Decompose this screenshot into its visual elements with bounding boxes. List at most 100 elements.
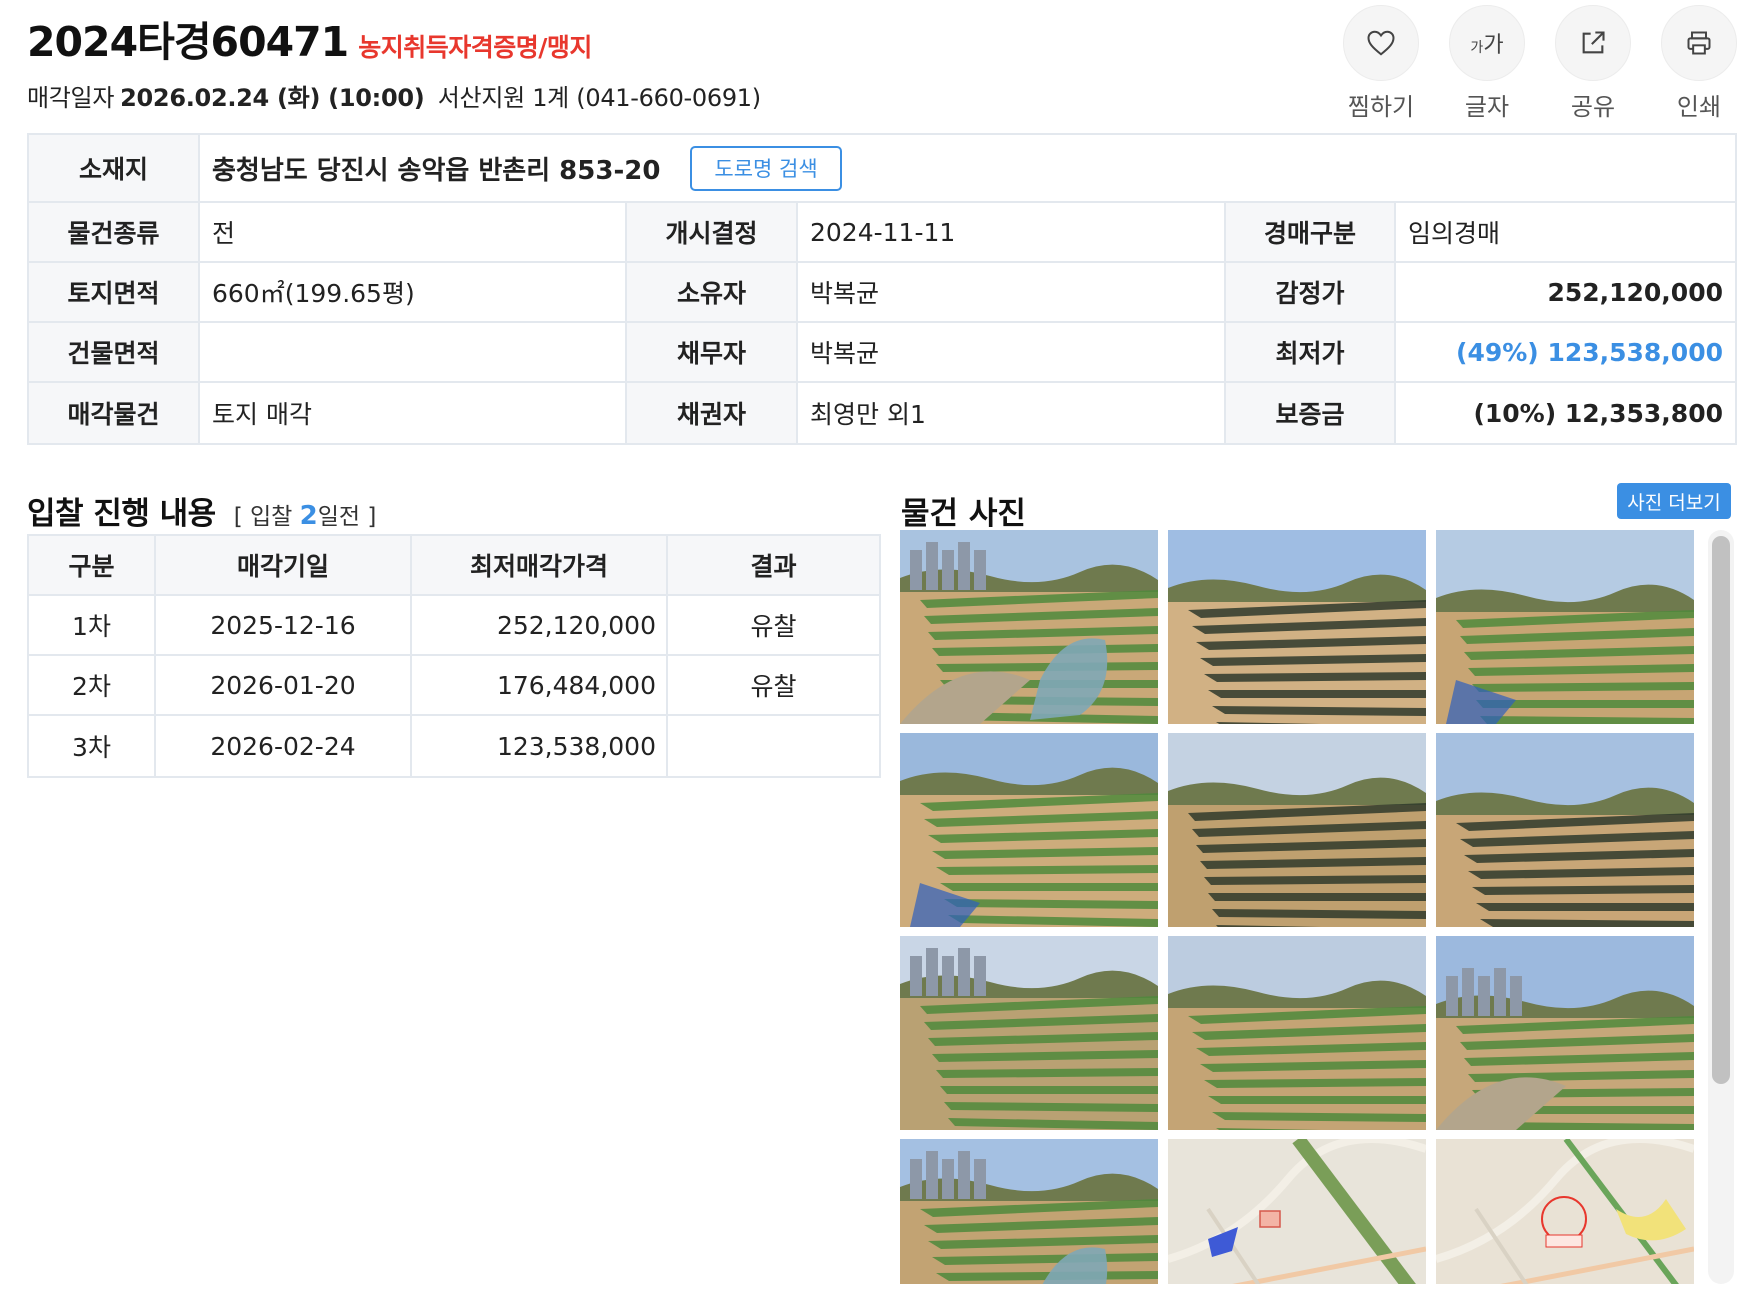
info-value: 박복균 — [798, 323, 1226, 381]
photo-thumbnail[interactable] — [1436, 733, 1694, 927]
info-value — [200, 323, 627, 381]
column-header: 최저매각가격 — [412, 536, 668, 594]
info-label: 감정가 — [1226, 263, 1396, 321]
photo-gallery — [900, 530, 1736, 1284]
photo-thumbnail[interactable] — [900, 936, 1158, 1130]
table-row: 1차 2025-12-16 252,120,000 유찰 — [29, 596, 879, 656]
info-label: 채무자 — [627, 323, 798, 381]
info-value: 2024-11-11 — [798, 203, 1226, 261]
info-row: 건물면적 채무자 박복균 최저가 (49%) 123,538,000 — [29, 323, 1735, 383]
map-thumbnail[interactable] — [1436, 1139, 1694, 1284]
info-label: 최저가 — [1226, 323, 1396, 381]
photo-thumbnail[interactable] — [1168, 936, 1426, 1130]
column-header: 매각기일 — [156, 536, 412, 594]
info-label: 개시결정 — [627, 203, 798, 261]
share-icon — [1582, 31, 1605, 54]
result-cell: 유찰 — [750, 672, 797, 701]
info-value: 임의경매 — [1408, 219, 1501, 248]
info-row: 물건종류 전 개시결정 2024-11-11 경매구분 임의경매 — [29, 203, 1735, 263]
share-circle[interactable] — [1555, 5, 1631, 81]
info-label: 채권자 — [627, 383, 798, 443]
info-label: 토지면적 — [29, 263, 200, 321]
bid-countdown: [ 입찰 2일전 ] — [234, 497, 377, 531]
action-toolbar: 찜하기 가가 글자 공유 인쇄 — [1343, 5, 1737, 122]
favorite-label: 찜하기 — [1347, 93, 1415, 121]
deposit-value: (10%) 12,353,800 — [1473, 398, 1723, 428]
favorite-button[interactable]: 찜하기 — [1343, 5, 1419, 122]
result-cell: 유찰 — [750, 612, 797, 641]
photo-thumbnail[interactable] — [1436, 530, 1694, 724]
date-cell: 2026-02-24 — [156, 716, 412, 776]
heart-icon — [1367, 30, 1395, 56]
property-info-table: 소재지 충청남도 당진시 송악읍 반촌리 853-20 도로명 검색 물건종류 … — [27, 133, 1737, 445]
info-label: 경매구분 — [1226, 203, 1396, 261]
font-size-icon: 가가 — [1470, 33, 1504, 58]
info-label: 소유자 — [627, 263, 798, 321]
table-row: 3차 2026-02-24 123,538,000 — [29, 716, 879, 776]
column-header: 구분 — [29, 536, 156, 594]
bid-table-header: 구분 매각기일 최저매각가격 결과 — [29, 536, 879, 596]
info-label: 보증금 — [1226, 383, 1396, 443]
sale-date-label: 매각일자 — [27, 84, 115, 112]
address-row: 소재지 충청남도 당진시 송악읍 반촌리 853-20 도로명 검색 — [29, 135, 1735, 203]
info-value: 660㎡(199.65평) — [200, 263, 627, 321]
photo-thumbnail[interactable] — [1436, 936, 1694, 1130]
round-cell: 2차 — [29, 656, 156, 714]
date-cell: 2025-12-16 — [156, 596, 412, 654]
info-value: 최영만 외1 — [798, 383, 1226, 443]
gallery-scrollbar-thumb[interactable] — [1712, 536, 1730, 1084]
photo-thumbnail[interactable] — [900, 530, 1158, 724]
address-value: 충청남도 당진시 송악읍 반촌리 853-20 — [212, 155, 661, 186]
photo-thumbnail[interactable] — [900, 733, 1158, 927]
address-label: 소재지 — [29, 135, 200, 201]
address-cell: 충청남도 당진시 송악읍 반촌리 853-20 도로명 검색 — [200, 135, 1735, 201]
bid-countdown-suffix: 일전 ] — [317, 504, 377, 530]
result-cell — [668, 716, 879, 776]
minimum-price-value: (49%) 123,538,000 — [1456, 337, 1723, 367]
round-cell: 1차 — [29, 596, 156, 654]
bid-countdown-prefix: [ 입찰 — [233, 504, 300, 530]
share-label: 공유 — [1570, 93, 1616, 121]
font-size-circle[interactable]: 가가 — [1449, 5, 1525, 81]
info-row: 매각물건 토지 매각 채권자 최영만 외1 보증금 (10%) 12,353,8… — [29, 383, 1735, 443]
photo-thumbnail[interactable] — [1168, 530, 1426, 724]
info-label: 건물면적 — [29, 323, 200, 381]
header: 2024타경60471 농지취득자격증명/맹지 매각일자 2026.02.24 (… — [27, 5, 1737, 121]
info-value: 전 — [200, 203, 627, 261]
bid-countdown-number: 2 — [299, 501, 318, 531]
info-value: 토지 매각 — [200, 383, 627, 443]
printer-icon — [1687, 31, 1711, 55]
bid-section-title: 입찰 진행 내용 [ 입찰 2일전 ] — [27, 488, 376, 533]
table-row: 2차 2026-01-20 176,484,000 유찰 — [29, 656, 879, 716]
bid-title: 입찰 진행 내용 — [27, 496, 216, 532]
price-cell: 252,120,000 — [412, 596, 668, 654]
info-value: 박복균 — [798, 263, 1226, 321]
font-size-button[interactable]: 가가 글자 — [1449, 5, 1525, 122]
column-header: 결과 — [668, 536, 879, 594]
print-button[interactable]: 인쇄 — [1661, 5, 1737, 122]
favorite-circle[interactable] — [1343, 5, 1419, 81]
photo-thumbnail[interactable] — [1168, 733, 1426, 927]
more-photos-button[interactable]: 사진 더보기 — [1617, 483, 1731, 519]
case-number: 2024타경60471 — [27, 18, 349, 66]
info-row: 토지면적 660㎡(199.65평) 소유자 박복균 감정가 252,120,0… — [29, 263, 1735, 323]
bid-table: 구분 매각기일 최저매각가격 결과 1차 2025-12-16 252,120,… — [27, 534, 881, 778]
sale-datetime: 2026.02.24 (화) (10:00) — [120, 84, 425, 112]
share-button[interactable]: 공유 — [1555, 5, 1631, 122]
map-thumbnail[interactable] — [1168, 1139, 1426, 1284]
price-cell: 123,538,000 — [412, 716, 668, 776]
round-cell: 3차 — [29, 716, 156, 776]
appraisal-value: 252,120,000 — [1547, 277, 1723, 307]
court-info: 서산지원 1계 (041-660-0691) — [437, 84, 761, 112]
case-tag: 농지취득자격증명/맹지 — [358, 33, 592, 62]
info-label: 물건종류 — [29, 203, 200, 261]
font-size-label: 글자 — [1464, 93, 1510, 121]
road-search-button[interactable]: 도로명 검색 — [690, 145, 842, 191]
info-label: 매각물건 — [29, 383, 200, 443]
print-circle[interactable] — [1661, 5, 1737, 81]
photo-section-title: 물건 사진 — [901, 496, 1026, 532]
photo-thumbnail[interactable] — [900, 1139, 1158, 1284]
print-label: 인쇄 — [1676, 93, 1722, 121]
date-cell: 2026-01-20 — [156, 656, 412, 714]
price-cell: 176,484,000 — [412, 656, 668, 714]
